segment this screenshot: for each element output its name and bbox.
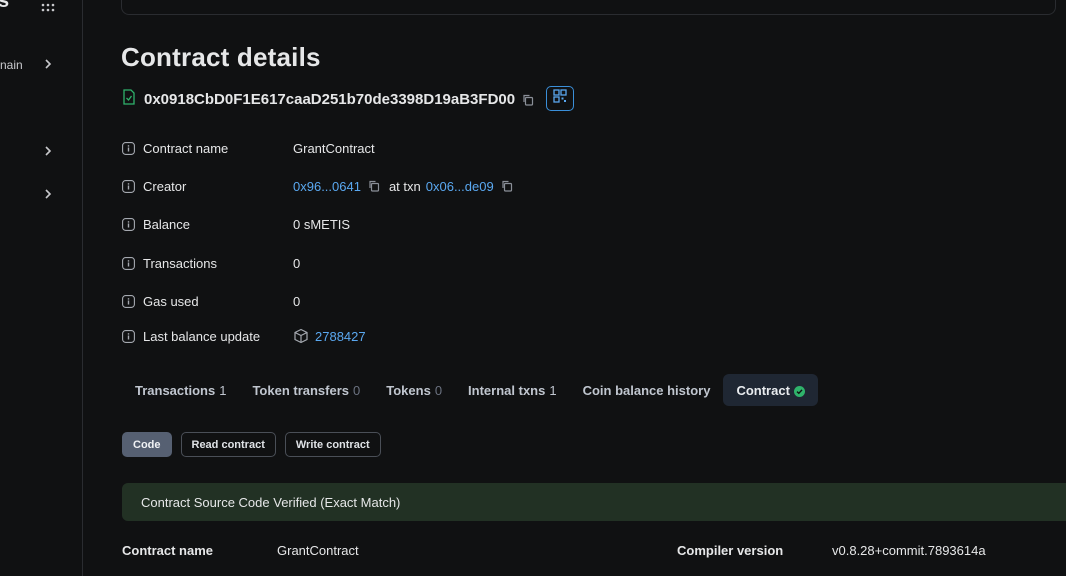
qr-code-button[interactable] [546, 86, 574, 111]
transactions-value: 0 [293, 255, 301, 271]
creator-value: 0x96...0641 at txn 0x06...de09 [293, 179, 513, 194]
contract-address: 0x0918CbD0F1E617caaD251b70de3398D19aB3FD… [144, 90, 516, 108]
tab-count: 1 [549, 382, 557, 398]
tab-coin-balance-history[interactable]: Coin balance history [570, 374, 724, 406]
chevron-right-icon[interactable] [42, 145, 54, 157]
tab-token-transfers[interactable]: Token transfers 0 [239, 374, 373, 406]
detail-row-transactions: Transactions 0 [122, 254, 300, 272]
read-contract-button[interactable]: Read contract [180, 432, 276, 457]
tab-label: Contract [736, 382, 790, 398]
tab-internal-txns[interactable]: Internal txns 1 [455, 374, 570, 406]
balance-value: 0 sMETIS [293, 216, 351, 232]
compiler-version-label: Compiler version [677, 543, 783, 558]
copy-icon[interactable] [368, 180, 380, 192]
info-icon [122, 141, 135, 155]
compiler-version-value: v0.8.28+commit.7893614a [832, 543, 986, 558]
detail-label: Creator [143, 178, 187, 194]
tab-label: Coin balance history [582, 382, 711, 398]
block-number-link[interactable]: 2788427 [315, 329, 366, 344]
at-txn-label: at txn [388, 178, 421, 194]
detail-row-balance: Balance 0 sMETIS [122, 215, 350, 233]
detail-label: Balance [143, 216, 190, 232]
detail-label: Gas used [143, 293, 199, 309]
info-icon [122, 329, 135, 343]
verified-banner: Contract Source Code Verified (Exact Mat… [122, 483, 1066, 521]
creator-txn-link[interactable]: 0x06...de09 [426, 179, 494, 194]
detail-label: Contract name [143, 140, 229, 156]
verified-banner-text: Contract Source Code Verified (Exact Mat… [141, 494, 401, 510]
detail-row-contract-name: Contract name GrantContract [122, 139, 375, 157]
detail-row-last-balance-update: Last balance update 2788427 [122, 327, 366, 345]
verified-check-icon [793, 385, 805, 397]
copy-icon[interactable] [522, 93, 534, 106]
page-title: Contract details [121, 42, 321, 72]
last-balance-update-value: 2788427 [293, 328, 366, 344]
block-cube-icon [293, 328, 309, 344]
chevron-right-icon[interactable] [42, 188, 54, 200]
info-icon [122, 294, 135, 308]
tab-bar: Transactions 1 Token transfers 0 Tokens 0 I… [122, 374, 818, 406]
gas-used-value: 0 [293, 293, 301, 309]
code-tab-group: Code Read contract Write contract [122, 432, 390, 457]
label: Compiler version [677, 543, 784, 558]
info-icon [122, 179, 135, 193]
tab-label: Token transfers [252, 382, 350, 398]
chevron-right-icon[interactable] [42, 58, 54, 70]
code-button[interactable]: Code [122, 432, 172, 457]
value: v0.8.28+commit.7893614a [832, 543, 986, 558]
contract-address-row: 0x0918CbD0F1E617caaD251b70de3398D19aB3FD… [122, 88, 534, 110]
info-icon [122, 256, 135, 270]
contract-file-icon [122, 88, 136, 110]
tab-count: 1 [219, 382, 227, 398]
top-card [121, 0, 1056, 15]
label: Contract name [122, 543, 214, 558]
contract-name-value: GrantContract [293, 140, 375, 156]
detail-label: Transactions [143, 255, 217, 271]
tab-label: Transactions [135, 382, 216, 398]
tab-tokens[interactable]: Tokens 0 [373, 374, 455, 406]
tab-label: Internal txns [468, 382, 546, 398]
detail-label: Last balance update [143, 328, 261, 344]
value: GrantContract [277, 543, 359, 558]
apps-grid-icon[interactable] [40, 0, 56, 12]
write-contract-button[interactable]: Write contract [284, 432, 381, 457]
bottom-contract-name-label: Contract name [122, 543, 213, 558]
detail-row-creator: Creator 0x96...0641 at txn 0x06...de09 [122, 177, 512, 195]
tab-transactions[interactable]: Transactions 1 [122, 374, 239, 406]
bottom-contract-name-value: GrantContract [277, 543, 359, 558]
tab-count: 0 [434, 382, 443, 398]
detail-row-gas-used: Gas used 0 [122, 292, 300, 310]
logo: s [0, 0, 10, 12]
tab-count: 0 [353, 382, 361, 398]
creator-address-link[interactable]: 0x96...0641 [293, 179, 361, 194]
tab-label: Tokens [386, 382, 431, 398]
tab-contract[interactable]: Contract [723, 374, 818, 406]
sidebar: s nain [0, 0, 83, 576]
info-icon [122, 217, 135, 231]
copy-icon[interactable] [501, 180, 513, 192]
sidebar-item-label[interactable]: nain [0, 58, 23, 72]
qr-code-icon [553, 89, 567, 108]
